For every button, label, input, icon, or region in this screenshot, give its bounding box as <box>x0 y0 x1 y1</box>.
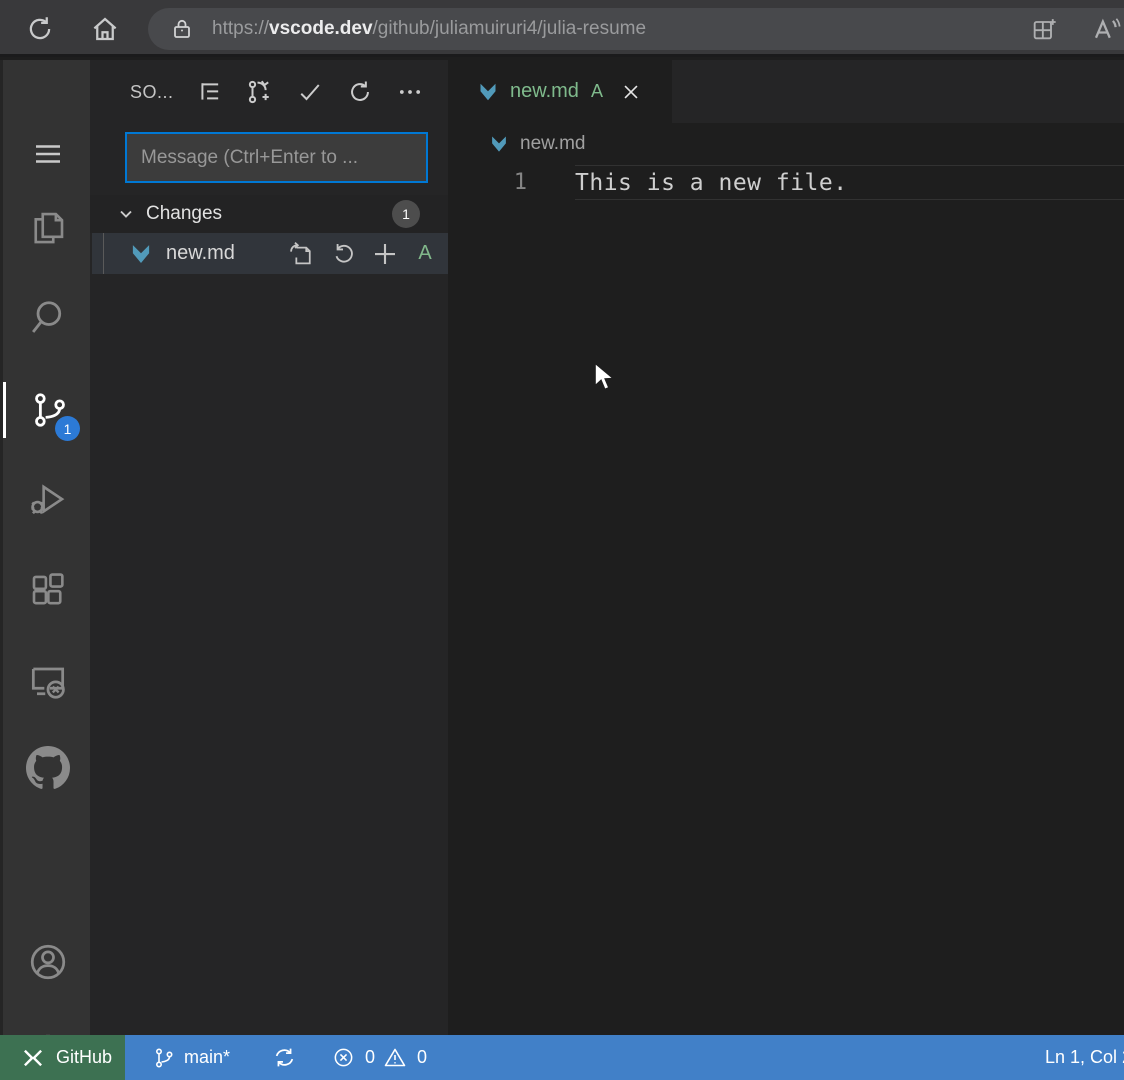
tab-label: new.md <box>510 80 579 103</box>
url-host: vscode.dev <box>269 18 373 39</box>
sidebar-item-remote-explorer[interactable] <box>3 652 93 708</box>
explorer-icon <box>27 207 69 249</box>
error-icon <box>332 1046 355 1069</box>
branch-name: main* <box>184 1047 230 1068</box>
remote-icon <box>20 1045 46 1071</box>
source-control-badge: 1 <box>55 416 80 441</box>
more-actions-button[interactable] <box>392 74 428 110</box>
breadcrumb-file[interactable]: new.md <box>520 133 585 155</box>
changed-file-row[interactable]: new.md <box>92 233 448 274</box>
remote-explorer-icon <box>26 658 70 702</box>
home-icon <box>90 14 120 44</box>
code-line: 1 This is a new file. <box>448 165 1124 200</box>
warning-count: 0 <box>417 1047 427 1068</box>
sync-status-item[interactable] <box>272 1035 297 1080</box>
refresh-icon <box>25 14 55 44</box>
discard-changes-button[interactable] <box>328 239 358 269</box>
view-as-tree-button[interactable] <box>192 74 228 110</box>
breadcrumb: new.md <box>448 123 1124 165</box>
chevron-down-icon <box>116 204 136 224</box>
sidebar-item-github[interactable] <box>3 740 93 796</box>
sync-icon <box>272 1045 297 1070</box>
view-as-tree-icon <box>196 78 224 106</box>
editor-group: new.md A new.md 1 This is a <box>448 60 1124 1035</box>
create-branch-icon <box>245 77 275 107</box>
cursor-position: Ln 1, Col 2 <box>1045 1047 1124 1068</box>
remote-indicator[interactable]: GitHub <box>0 1035 125 1080</box>
browser-home-button[interactable] <box>85 9 125 49</box>
discard-changes-icon <box>330 241 356 267</box>
account-button[interactable] <box>3 934 93 990</box>
browser-url[interactable]: https://vscode.dev/github/juliamuiruri4/… <box>212 18 646 40</box>
tab-git-status: A <box>591 81 603 102</box>
account-icon <box>26 940 70 984</box>
open-file-button[interactable] <box>286 239 316 269</box>
browser-refresh-button[interactable] <box>20 9 60 49</box>
git-status-badge: A <box>412 242 438 265</box>
more-actions-icon <box>396 78 424 106</box>
vscode-workbench: 1 <box>0 60 1124 1035</box>
code-editor[interactable]: 1 This is a new file. <box>448 165 1124 1035</box>
sidebar-item-source-control[interactable]: 1 <box>3 382 93 438</box>
commit-button[interactable] <box>292 74 328 110</box>
menu-button[interactable] <box>3 126 93 182</box>
cursor-position-item[interactable]: Ln 1, Col 2 <box>1045 1035 1124 1080</box>
commit-message-input[interactable] <box>125 132 428 183</box>
markdown-file-icon <box>128 241 154 267</box>
github-icon <box>26 746 70 790</box>
tab-new-md[interactable]: new.md A <box>448 60 672 123</box>
menu-icon <box>30 136 66 172</box>
run-debug-icon <box>27 479 69 521</box>
code-text: This is a new file. <box>575 170 848 196</box>
url-path: /github/juliamuiruri4/julia-resume <box>373 18 647 39</box>
branch-status-item[interactable]: main* <box>152 1035 230 1080</box>
close-icon[interactable] <box>617 78 645 106</box>
create-branch-button[interactable] <box>242 74 278 110</box>
open-file-icon <box>287 240 315 268</box>
remote-label: GitHub <box>56 1047 112 1068</box>
url-scheme: https:// <box>212 18 269 39</box>
error-count: 0 <box>365 1047 375 1068</box>
browser-read-aloud-button[interactable] <box>1088 8 1124 50</box>
markdown-file-icon <box>476 80 500 104</box>
browser-address-bar[interactable]: https://vscode.dev/github/juliamuiruri4/… <box>148 8 1124 50</box>
problems-status-item[interactable]: 0 0 <box>332 1035 427 1080</box>
activity-bar: 1 <box>0 60 90 1035</box>
extensions-icon <box>27 569 69 611</box>
current-line-highlight: This is a new file. <box>575 165 1124 200</box>
read-aloud-icon <box>1091 14 1121 44</box>
search-icon <box>27 297 69 339</box>
changes-section-header[interactable]: Changes 1 <box>90 195 448 233</box>
panel-title: SO... <box>130 82 174 103</box>
indent-guide <box>103 233 104 274</box>
refresh-icon <box>346 78 374 106</box>
sidebar-item-run-debug[interactable] <box>3 472 93 528</box>
status-bar: GitHub main* <box>0 1035 1124 1080</box>
source-control-header: SO... <box>90 60 448 124</box>
warning-icon <box>383 1046 407 1070</box>
changes-label: Changes <box>146 203 222 225</box>
sidebar-item-explorer[interactable] <box>3 200 93 256</box>
tab-bar: new.md A <box>448 60 1124 123</box>
sidebar-item-extensions[interactable] <box>3 562 93 618</box>
sidebar-item-search[interactable] <box>3 290 93 346</box>
refresh-button[interactable] <box>342 74 378 110</box>
source-control-panel: SO... <box>90 60 448 1035</box>
git-branch-icon <box>152 1046 176 1070</box>
line-number: 1 <box>448 170 527 195</box>
browser-toolbar: https://vscode.dev/github/juliamuiruri4/… <box>0 0 1124 57</box>
changes-count-badge: 1 <box>392 200 420 228</box>
changed-file-name: new.md <box>166 242 235 265</box>
stage-changes-button[interactable] <box>370 239 400 269</box>
markdown-file-icon <box>488 133 510 155</box>
commit-check-icon <box>296 78 324 106</box>
lock-icon[interactable] <box>170 16 194 42</box>
split-screen-icon <box>1030 15 1058 43</box>
plus-icon <box>370 239 400 269</box>
browser-split-screen-button[interactable] <box>1026 8 1062 50</box>
